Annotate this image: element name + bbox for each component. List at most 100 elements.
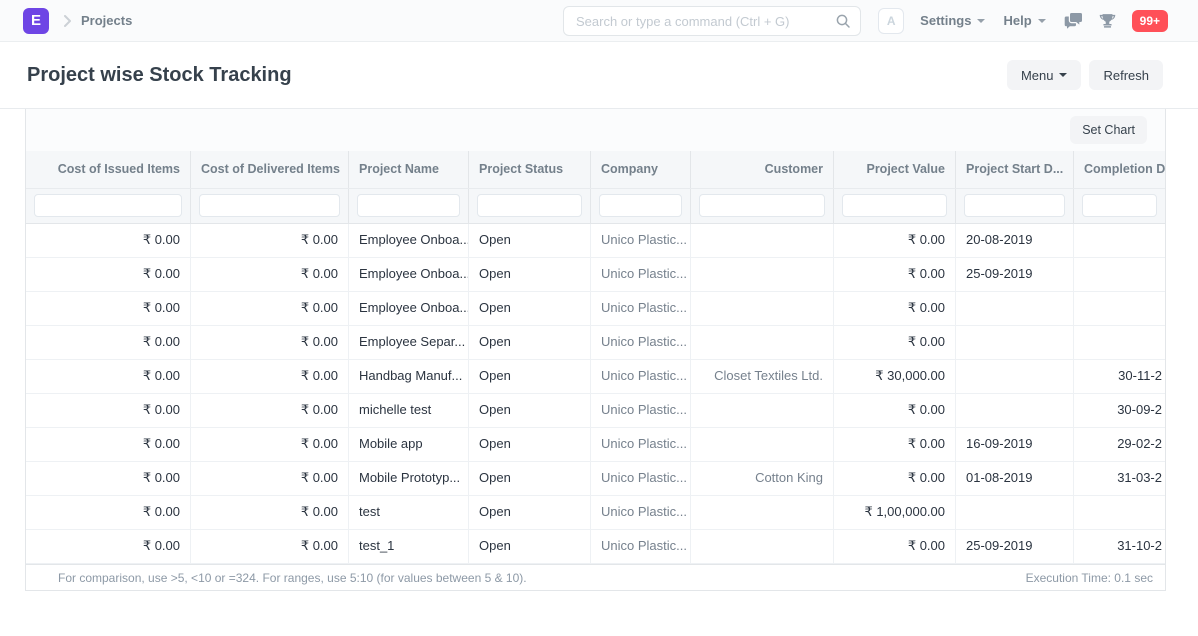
table-row[interactable]: ₹ 0.00₹ 0.00Employee Onboa...OpenUnico P…	[26, 258, 1165, 292]
set-chart-button[interactable]: Set Chart	[1070, 116, 1147, 144]
cell-project-status[interactable]: Open	[469, 462, 591, 495]
cell-project-value[interactable]: ₹ 0.00	[834, 326, 956, 359]
cell-cost-of-delivered-items[interactable]: ₹ 0.00	[191, 292, 349, 325]
filter-input-company[interactable]	[599, 194, 682, 217]
cell-completion-d[interactable]: 31-10-2	[1074, 530, 1165, 563]
filter-input-project-value[interactable]	[842, 194, 947, 217]
breadcrumb[interactable]: Projects	[81, 13, 132, 28]
cell-project-status[interactable]: Open	[469, 258, 591, 291]
cell-project-status[interactable]: Open	[469, 292, 591, 325]
filter-input-cost-of-delivered-items[interactable]	[199, 194, 340, 217]
cell-company[interactable]: Unico Plastic...	[591, 428, 691, 461]
cell-completion-d[interactable]	[1074, 292, 1165, 325]
menu-button[interactable]: Menu	[1007, 60, 1082, 90]
help-menu[interactable]: Help	[1003, 13, 1045, 28]
cell-cost-of-delivered-items[interactable]: ₹ 0.00	[191, 258, 349, 291]
cell-project-status[interactable]: Open	[469, 224, 591, 257]
cell-project-name[interactable]: test_1	[349, 530, 469, 563]
cell-cost-of-issued-items[interactable]: ₹ 0.00	[26, 496, 191, 529]
cell-cost-of-delivered-items[interactable]: ₹ 0.00	[191, 394, 349, 427]
cell-project-value[interactable]: ₹ 0.00	[834, 462, 956, 495]
chat-icon[interactable]	[1064, 12, 1083, 29]
table-row[interactable]: ₹ 0.00₹ 0.00Employee Separ...OpenUnico P…	[26, 326, 1165, 360]
cell-cost-of-issued-items[interactable]: ₹ 0.00	[26, 428, 191, 461]
filter-input-project-name[interactable]	[357, 194, 460, 217]
cell-completion-d[interactable]: 31-03-2	[1074, 462, 1165, 495]
table-row[interactable]: ₹ 0.00₹ 0.00testOpenUnico Plastic...₹ 1,…	[26, 496, 1165, 530]
filter-input-completion-d[interactable]	[1082, 194, 1157, 217]
cell-project-name[interactable]: Handbag Manuf...	[349, 360, 469, 393]
cell-project-status[interactable]: Open	[469, 326, 591, 359]
cell-company[interactable]: Unico Plastic...	[591, 224, 691, 257]
cell-cost-of-delivered-items[interactable]: ₹ 0.00	[191, 496, 349, 529]
column-header-customer[interactable]: Customer	[691, 151, 834, 188]
settings-menu[interactable]: Settings	[920, 13, 985, 28]
cell-completion-d[interactable]: 30-09-2	[1074, 394, 1165, 427]
cell-cost-of-issued-items[interactable]: ₹ 0.00	[26, 326, 191, 359]
cell-project-value[interactable]: ₹ 1,00,000.00	[834, 496, 956, 529]
cell-project-start-d[interactable]: 20-08-2019	[956, 224, 1074, 257]
cell-project-name[interactable]: Employee Onboa...	[349, 224, 469, 257]
table-row[interactable]: ₹ 0.00₹ 0.00Employee Onboa...OpenUnico P…	[26, 292, 1165, 326]
cell-customer[interactable]	[691, 326, 834, 359]
filter-input-cost-of-issued-items[interactable]	[34, 194, 182, 217]
cell-project-status[interactable]: Open	[469, 530, 591, 563]
table-row[interactable]: ₹ 0.00₹ 0.00test_1OpenUnico Plastic...₹ …	[26, 530, 1165, 564]
column-header-completion-d[interactable]: Completion D...	[1074, 151, 1165, 188]
cell-project-value[interactable]: ₹ 0.00	[834, 530, 956, 563]
cell-company[interactable]: Unico Plastic...	[591, 258, 691, 291]
cell-cost-of-issued-items[interactable]: ₹ 0.00	[26, 292, 191, 325]
cell-cost-of-delivered-items[interactable]: ₹ 0.00	[191, 530, 349, 563]
cell-cost-of-delivered-items[interactable]: ₹ 0.00	[191, 360, 349, 393]
filter-input-project-status[interactable]	[477, 194, 582, 217]
cell-project-status[interactable]: Open	[469, 360, 591, 393]
cell-project-status[interactable]: Open	[469, 428, 591, 461]
cell-cost-of-issued-items[interactable]: ₹ 0.00	[26, 258, 191, 291]
cell-cost-of-issued-items[interactable]: ₹ 0.00	[26, 394, 191, 427]
cell-customer[interactable]	[691, 394, 834, 427]
cell-project-status[interactable]: Open	[469, 496, 591, 529]
cell-project-start-d[interactable]: 16-09-2019	[956, 428, 1074, 461]
cell-company[interactable]: Unico Plastic...	[591, 360, 691, 393]
cell-project-value[interactable]: ₹ 0.00	[834, 224, 956, 257]
cell-customer[interactable]	[691, 258, 834, 291]
cell-cost-of-issued-items[interactable]: ₹ 0.00	[26, 462, 191, 495]
cell-project-name[interactable]: test	[349, 496, 469, 529]
column-header-project-name[interactable]: Project Name	[349, 151, 469, 188]
cell-customer[interactable]	[691, 224, 834, 257]
table-row[interactable]: ₹ 0.00₹ 0.00michelle testOpenUnico Plast…	[26, 394, 1165, 428]
refresh-button[interactable]: Refresh	[1089, 60, 1163, 90]
table-row[interactable]: ₹ 0.00 ₹ 0.00 Mobile appOpenUnico Plastic.…	[26, 428, 1165, 462]
cell-project-start-d[interactable]	[956, 360, 1074, 393]
column-header-company[interactable]: Company	[591, 151, 691, 188]
cell-project-value[interactable]: ₹ 30,000.00	[834, 360, 956, 393]
cell-cost-of-delivered-items[interactable]: ₹ 0.00	[191, 462, 349, 495]
cell-project-value[interactable]: ₹ 0.00	[834, 258, 956, 291]
cell-cost-of-issued-items[interactable]: ₹ 0.00	[26, 224, 191, 257]
cell-customer[interactable]: Closet Textiles Ltd.	[691, 360, 834, 393]
cell-customer[interactable]	[691, 530, 834, 563]
cell-project-name[interactable]: Mobile app	[349, 428, 469, 461]
cell-project-name[interactable]: Mobile Prototyp...	[349, 462, 469, 495]
filter-input-project-start-d[interactable]	[964, 194, 1065, 217]
cell-project-name[interactable]: Employee Onboa...	[349, 292, 469, 325]
cell-project-start-d[interactable]: 01-08-2019	[956, 462, 1074, 495]
cell-project-value[interactable]: ₹ 0.00	[834, 394, 956, 427]
cell-project-start-d[interactable]: 25-09-2019	[956, 530, 1074, 563]
cell-cost-of-delivered-items[interactable]: ₹ 0.00	[191, 326, 349, 359]
column-header-cost-of-delivered-items[interactable]: Cost of Delivered Items	[191, 151, 349, 188]
cell-company[interactable]: Unico Plastic...	[591, 326, 691, 359]
cell-completion-d[interactable]: 30-11-2	[1074, 360, 1165, 393]
cell-completion-d[interactable]: 29-02-2	[1074, 428, 1165, 461]
cell-completion-d[interactable]	[1074, 224, 1165, 257]
cell-completion-d[interactable]	[1074, 258, 1165, 291]
cell-project-name[interactable]: Employee Separ...	[349, 326, 469, 359]
column-header-project-status[interactable]: Project Status	[469, 151, 591, 188]
cell-customer[interactable]	[691, 428, 834, 461]
cell-completion-d[interactable]	[1074, 326, 1165, 359]
cell-cost-of-issued-items[interactable]: ₹ 0.00	[26, 530, 191, 563]
cell-company[interactable]: Unico Plastic...	[591, 292, 691, 325]
cell-project-value[interactable]: ₹ 0.00	[834, 292, 956, 325]
cell-project-value[interactable]: ₹ 0.00	[834, 428, 956, 461]
cell-project-name[interactable]: michelle test	[349, 394, 469, 427]
